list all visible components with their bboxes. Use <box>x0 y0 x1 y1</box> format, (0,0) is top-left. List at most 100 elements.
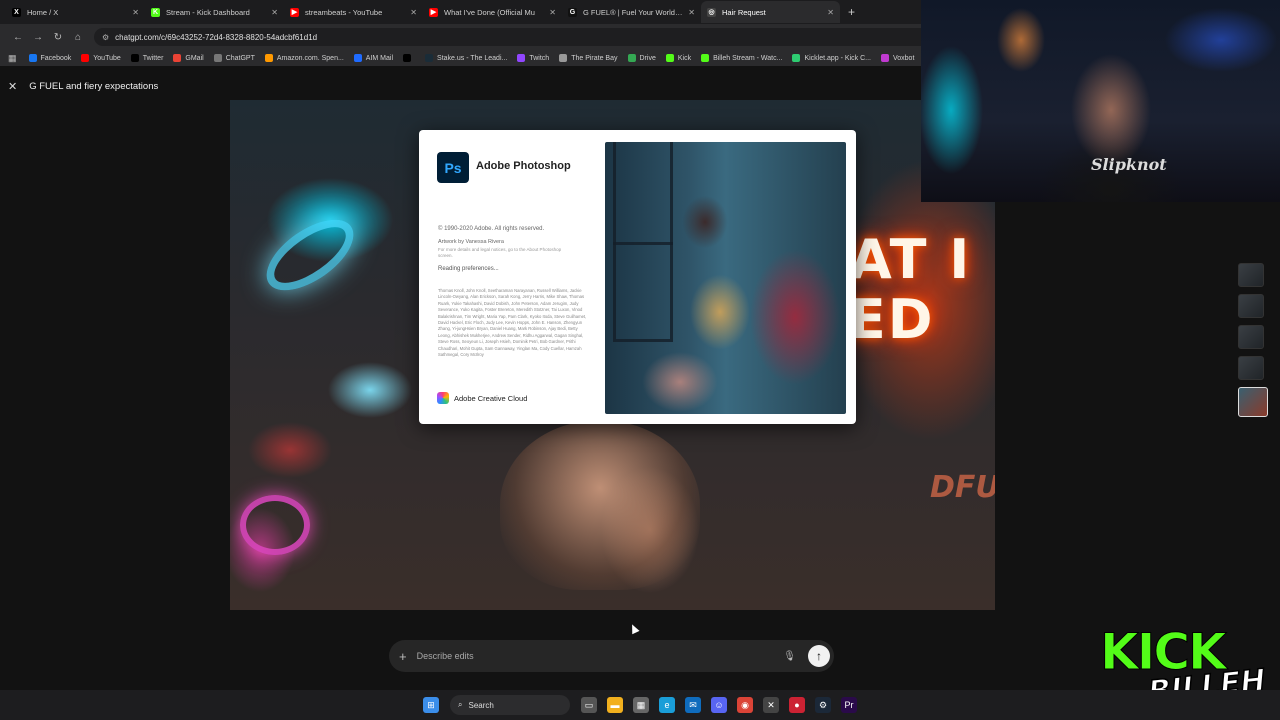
bookmark-item[interactable]: Twitch <box>517 54 549 62</box>
bookmark-item[interactable]: Kicklet.app - Kick C... <box>792 54 871 62</box>
youtube-icon: ▶ <box>429 7 438 17</box>
microphone-icon[interactable]: 🎙︎ <box>783 651 796 662</box>
bookmark-icon <box>665 54 674 62</box>
bookmark-item[interactable]: Twitter <box>130 54 163 62</box>
steam-icon[interactable]: ⚙ <box>815 697 831 713</box>
tab-close-icon[interactable]: ✕ <box>132 8 139 17</box>
chrome-icon[interactable]: ◉ <box>737 697 753 713</box>
bookmark-item[interactable]: YouTube <box>81 54 121 62</box>
forward-icon[interactable]: → <box>28 32 48 43</box>
add-icon[interactable]: + <box>399 649 407 664</box>
window-frame-bar <box>613 242 673 245</box>
bookmark-item[interactable]: The Pirate Bay <box>559 54 618 62</box>
legal-notice: For more details and legal notices, go t… <box>438 247 562 258</box>
bookmark-label: Facebook <box>40 54 72 62</box>
site-info-icon[interactable]: ⚙ <box>102 33 109 42</box>
tab-close-icon[interactable]: ✕ <box>549 8 556 17</box>
bookmark-icon <box>403 54 412 62</box>
shirt-text: Slipknot <box>1091 155 1167 174</box>
creative-cloud-icon <box>437 392 449 404</box>
app-name: Adobe Photoshop <box>476 160 571 172</box>
history-thumbnail[interactable] <box>1238 263 1264 287</box>
bookmark-item[interactable]: GMail <box>173 54 204 62</box>
start-icon[interactable]: ⊞ <box>423 697 439 713</box>
bookmark-item[interactable] <box>403 54 415 62</box>
bookmark-label: Kick <box>677 54 692 62</box>
back-icon[interactable]: ← <box>8 32 28 43</box>
taskbar-search-label: Search <box>468 700 494 710</box>
history-thumbnail[interactable] <box>1238 294 1264 318</box>
file-explorer-icon[interactable]: ▬ <box>607 697 623 713</box>
task-view-icon[interactable]: ▭ <box>581 697 597 713</box>
bookmark-label: Kicklet.app - Kick C... <box>804 54 871 62</box>
history-thumbnail-active[interactable] <box>1238 387 1268 417</box>
bookmark-label: Amazon.com. Spen... <box>276 54 344 62</box>
bookmark-item[interactable]: Drive <box>627 54 656 62</box>
apps-grid-icon[interactable]: ▦ <box>8 53 17 64</box>
describe-edits-input[interactable] <box>416 651 784 661</box>
url-text: chatgpt.com/c/69c43252-72d4-8328-8820-54… <box>115 32 318 42</box>
premiere-icon[interactable]: Pr <box>841 697 857 713</box>
xbox-icon[interactable]: ✕ <box>763 697 779 713</box>
bookmark-item[interactable]: Stake.us - The Leadi... <box>425 54 507 62</box>
tab-close-icon[interactable]: ✕ <box>688 8 695 17</box>
bookmark-item[interactable]: Voxbot <box>880 54 915 62</box>
bookmark-label: Voxbot <box>892 54 915 62</box>
close-icon[interactable]: ✕ <box>8 80 17 93</box>
home-icon[interactable]: ⌂ <box>68 32 88 43</box>
new-tab-icon[interactable]: + <box>848 5 855 19</box>
loading-status: Reading preferences... <box>438 266 499 272</box>
store-icon[interactable]: ▦ <box>633 697 649 713</box>
browser-tab[interactable]: G G FUEL® | Fuel Your Worlds wi ✕ <box>562 1 701 23</box>
page-title: G FUEL and fiery expectations <box>29 81 159 92</box>
history-thumbnail[interactable] <box>1238 356 1264 380</box>
tab-close-icon[interactable]: ✕ <box>271 8 278 17</box>
browser-tab[interactable]: ▶ streambeats - YouTube ✕ <box>284 1 423 23</box>
bookmark-icon <box>627 54 636 62</box>
bookmark-item[interactable]: Amazon.com. Spen... <box>264 54 344 62</box>
thumbnail-overlay-text: AT I TED <box>810 228 972 351</box>
bookmark-label: GMail <box>185 54 204 62</box>
address-bar[interactable]: ⚙ chatgpt.com/c/69c43252-72d4-8328-8820-… <box>94 28 974 46</box>
bookmark-item[interactable]: AIM Mail <box>353 54 394 62</box>
outlook-icon[interactable]: ✉ <box>685 697 701 713</box>
taskbar-search[interactable]: ⌕ Search <box>450 695 570 715</box>
bookmark-icon <box>425 54 434 62</box>
bookmark-icon <box>517 54 526 62</box>
discord-icon[interactable]: ☺ <box>711 697 727 713</box>
bookmark-item[interactable]: ChatGPT <box>213 54 255 62</box>
bookmark-item[interactable]: Facebook <box>28 54 72 62</box>
browser-tab[interactable]: X Home / X ✕ <box>6 1 145 23</box>
bookmark-icon <box>213 54 222 62</box>
x-icon: X <box>12 7 21 17</box>
bookmark-icon <box>28 54 37 62</box>
bookmark-label: ChatGPT <box>225 54 255 62</box>
bookmark-icon <box>880 54 889 62</box>
tab-close-icon[interactable]: ✕ <box>827 8 834 17</box>
obs-icon[interactable]: ● <box>789 697 805 713</box>
tab-close-icon[interactable]: ✕ <box>410 8 417 17</box>
windows-taskbar: ⊞ ⌕ Search ▭ ▬ ▦ e ✉ ☺ ◉ ✕ ● ⚙ Pr <box>0 690 1280 720</box>
browser-tab[interactable]: ◎ Hair Request ✕ <box>701 1 840 23</box>
history-thumbnail[interactable] <box>1238 325 1264 349</box>
tab-label: G FUEL® | Fuel Your Worlds wi <box>583 7 685 17</box>
creative-cloud-label: Adobe Creative Cloud <box>454 393 528 403</box>
browser-tab[interactable]: ▶ What I've Done (Official Mu ✕ <box>423 1 562 23</box>
bookmark-label: AIM Mail <box>365 54 394 62</box>
tab-label: Home / X <box>27 7 59 17</box>
reload-icon[interactable]: ↻ <box>48 32 68 43</box>
bookmark-label: Billeh Stream - Watc... <box>713 54 783 62</box>
bookmark-item[interactable]: Kick <box>665 54 692 62</box>
creative-cloud-row: Adobe Creative Cloud <box>437 392 527 404</box>
thumbnail-overlay-text-2: DFUL <box>930 470 995 505</box>
edit-prompt-bar: + 🎙︎ ↑ <box>389 640 834 672</box>
send-button[interactable]: ↑ <box>808 645 830 667</box>
bookmark-item[interactable]: Billeh Stream - Watc... <box>701 54 782 62</box>
bookmark-icon <box>792 54 801 62</box>
bookmark-icon <box>559 54 568 62</box>
edge-icon[interactable]: e <box>659 697 675 713</box>
browser-tab[interactable]: K Stream - Kick Dashboard ✕ <box>145 1 284 23</box>
bookmark-icon <box>130 54 139 62</box>
photoshop-logo-icon: Ps <box>437 152 469 183</box>
bookmark-label: YouTube <box>93 54 121 62</box>
